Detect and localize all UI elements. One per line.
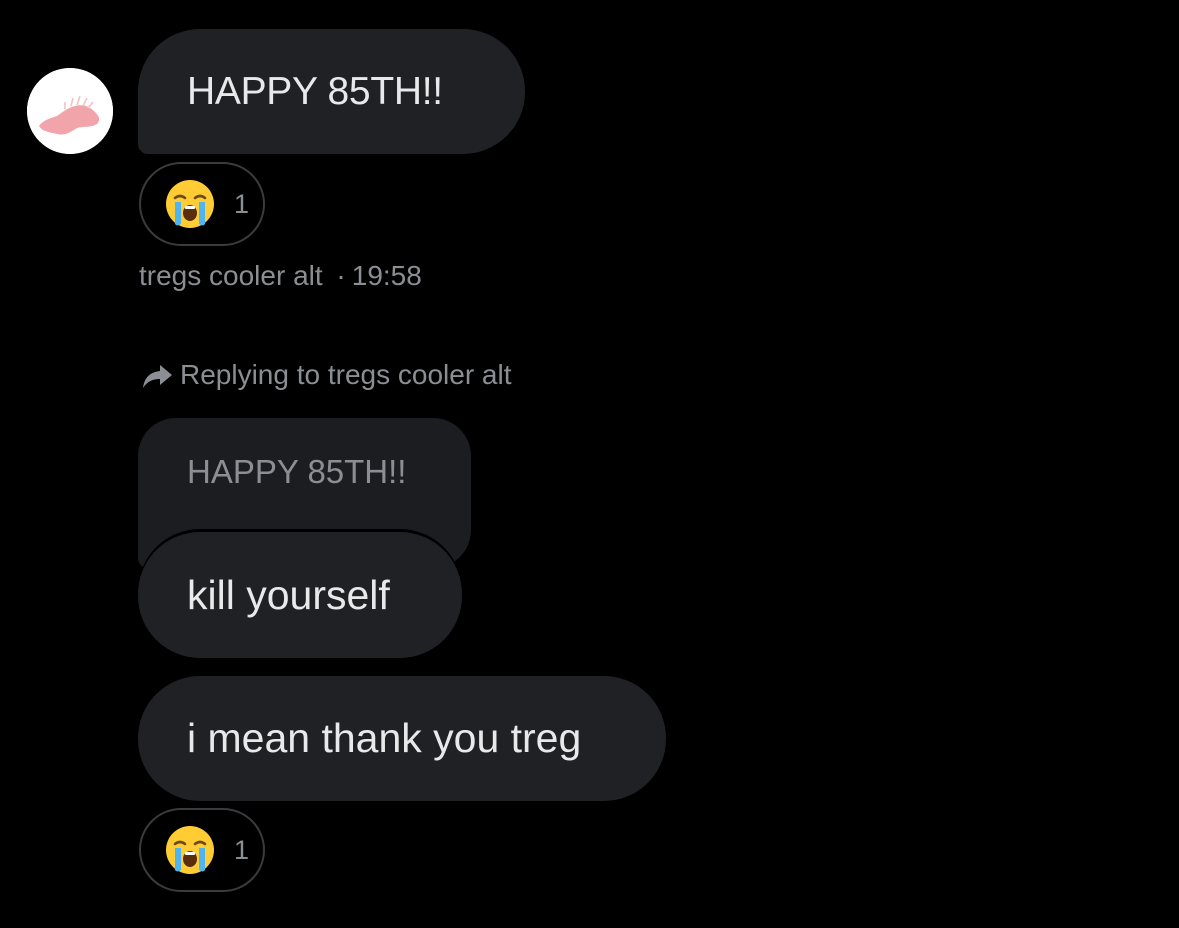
replying-to-label: Replying to tregs cooler alt [180, 359, 512, 390]
replying-to-indicator: Replying to tregs cooler alt [140, 357, 512, 393]
loudly-crying-face-icon [164, 824, 216, 876]
message-meta: tregs cooler alt · 19:58 [139, 260, 422, 292]
message-timestamp: 19:58 [351, 260, 422, 291]
loudly-crying-face-icon [164, 178, 216, 230]
reaction-pill[interactable]: 1 [139, 162, 265, 246]
sender-name: tregs cooler alt [139, 260, 323, 291]
reply-message-text: i mean thank you treg [187, 715, 582, 761]
quoted-message-text: HAPPY 85TH!! [187, 453, 407, 490]
reaction-pill[interactable]: 1 [139, 808, 265, 892]
incoming-message-text: HAPPY 85TH!! [187, 69, 443, 113]
incoming-message-bubble[interactable]: HAPPY 85TH!! [138, 29, 525, 154]
avatar-image [27, 68, 113, 154]
meta-separator: · [336, 260, 346, 291]
reaction-count: 1 [234, 834, 250, 865]
reply-message-text: kill yourself [187, 571, 390, 618]
reply-arrow-icon [140, 357, 176, 393]
reaction-count: 1 [234, 188, 250, 219]
reply-message-bubble[interactable]: i mean thank you treg [138, 676, 666, 801]
reply-message-bubble[interactable]: kill yourself [138, 532, 462, 658]
sender-avatar[interactable] [27, 68, 113, 154]
